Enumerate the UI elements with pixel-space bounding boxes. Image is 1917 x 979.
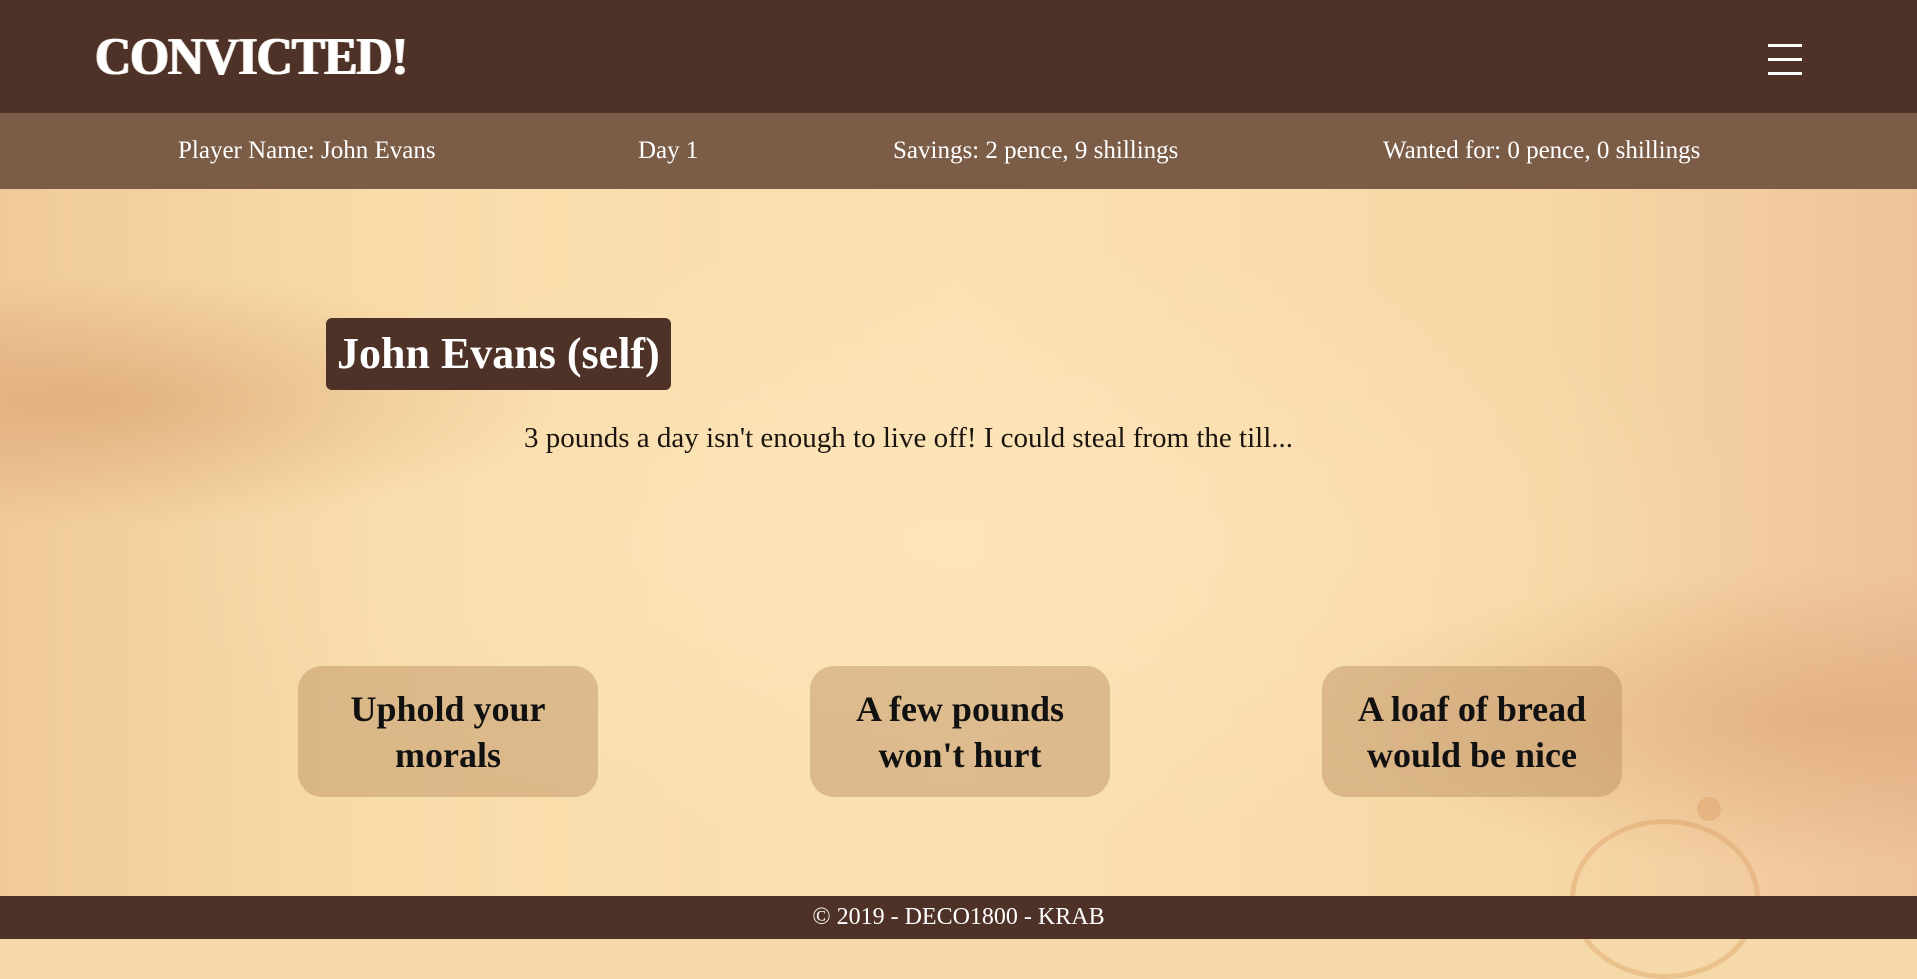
coffee-drop xyxy=(1697,797,1721,821)
day-counter: Day 1 xyxy=(638,137,699,164)
top-navbar: CONVICTED! xyxy=(0,0,1917,113)
choice-button-2[interactable]: A few pounds won't hurt xyxy=(810,666,1110,797)
player-status-bar: Player Name: John Evans Day 1 Savings: 2… xyxy=(0,113,1917,189)
dialogue-text: 3 pounds a day isn't enough to live off!… xyxy=(524,422,1294,454)
menu-bar-top xyxy=(1768,44,1802,47)
savings-display: Savings: 2 pence, 9 shillings xyxy=(893,137,1179,164)
choice-button-1[interactable]: Uphold your morals xyxy=(298,666,598,797)
hamburger-menu-icon[interactable] xyxy=(1764,40,1808,80)
choice-button-3[interactable]: A loaf of bread would be nice xyxy=(1322,666,1622,797)
menu-bar-middle xyxy=(1768,58,1802,61)
game-logo[interactable]: CONVICTED! xyxy=(95,27,408,86)
menu-bar-bottom xyxy=(1768,72,1802,75)
wanted-display: Wanted for: 0 pence, 0 shillings xyxy=(1383,137,1701,164)
player-name: Player Name: John Evans xyxy=(178,137,436,164)
speaker-name: John Evans (self) xyxy=(326,318,671,390)
footer: © 2019 - DECO1800 - KRAB xyxy=(0,896,1917,939)
